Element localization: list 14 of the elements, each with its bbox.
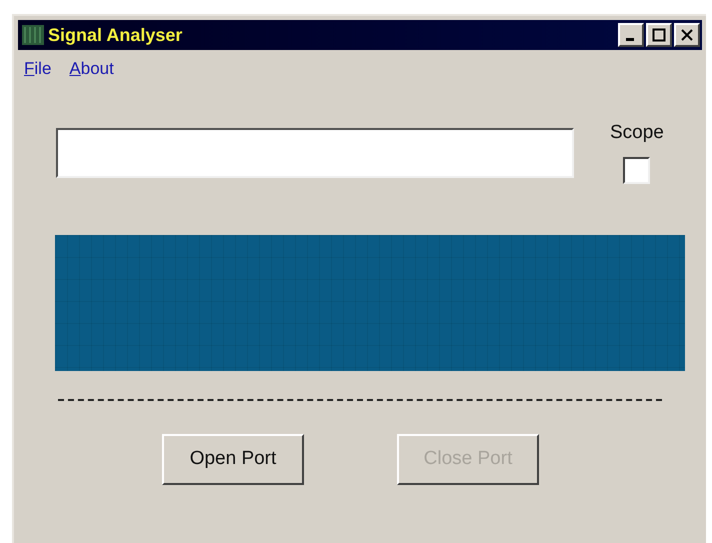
close-button[interactable] [674,23,700,47]
scope-label: Scope [610,121,664,145]
maximize-button[interactable] [646,23,672,47]
minimize-icon [626,38,634,41]
minimize-button[interactable] [618,23,644,47]
app-icon [22,25,44,45]
port-button[interactable]: Open Port [162,434,304,484]
menu-item[interactable]: About [69,60,114,77]
input-field[interactable] [56,128,574,178]
close-icon [680,28,694,42]
scope-checkbox[interactable] [623,156,650,184]
menu-item[interactable]: File [24,60,52,77]
maximize-icon [652,28,666,42]
window-title: Signal Analyser [48,24,182,47]
